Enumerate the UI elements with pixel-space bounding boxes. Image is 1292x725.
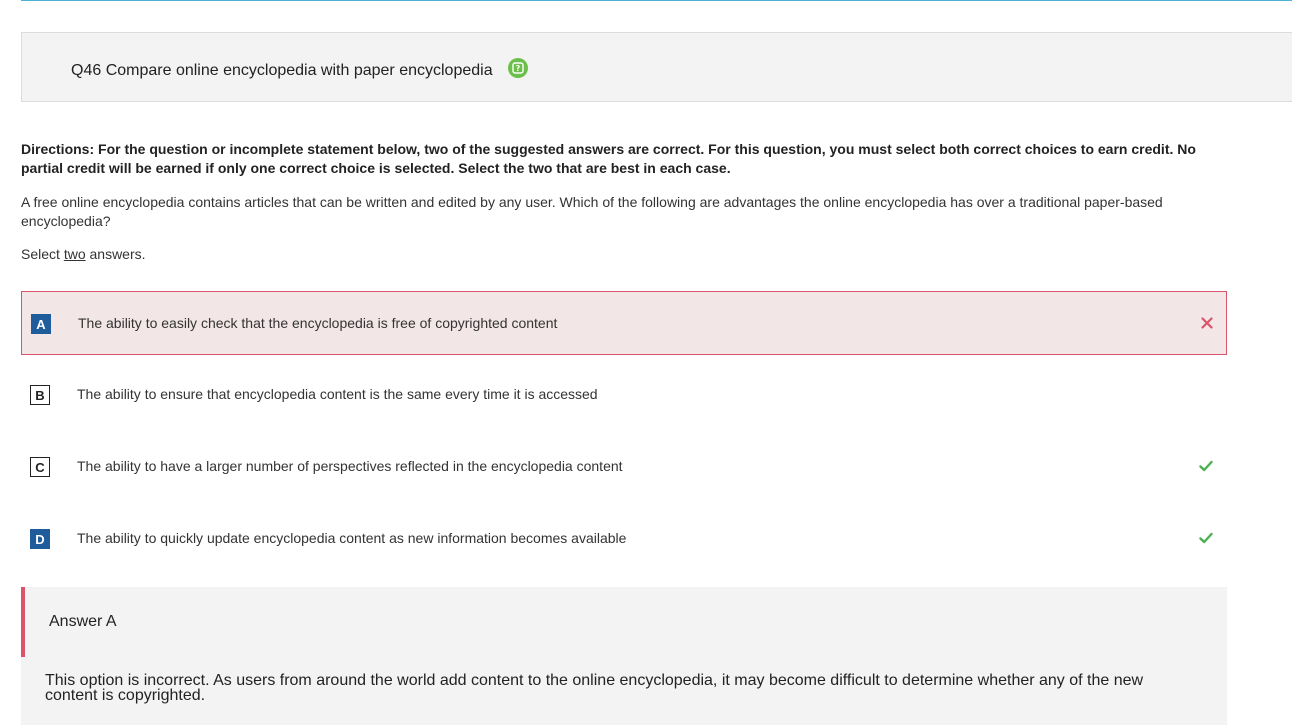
question-stem: A free online encyclopedia contains arti…: [21, 194, 1163, 229]
correct-check-icon: [1197, 457, 1215, 475]
question-header: Q46 Compare online encyclopedia with pap…: [21, 32, 1292, 102]
answer-option-c[interactable]: C The ability to have a larger number of…: [21, 435, 1227, 499]
directions-text: Directions: For the question or incomple…: [21, 141, 1196, 176]
option-text-c: The ability to have a larger number of p…: [77, 458, 623, 474]
option-text-b: The ability to ensure that encyclopedia …: [77, 386, 598, 402]
question-title: Q46 Compare online encyclopedia with pap…: [71, 62, 493, 79]
help-icon[interactable]: ?: [508, 58, 528, 78]
option-letter-c: C: [30, 457, 50, 477]
answer-option-a[interactable]: A The ability to easily check that the e…: [21, 291, 1227, 355]
svg-text:?: ?: [516, 64, 521, 73]
correct-check-icon: [1197, 529, 1215, 547]
feedback-text: This option is incorrect. As users from …: [45, 672, 1144, 704]
answer-option-d[interactable]: D The ability to quickly update encyclop…: [21, 507, 1227, 571]
option-text-a: The ability to easily check that the enc…: [78, 315, 558, 331]
answer-option-b[interactable]: B The ability to ensure that encyclopedi…: [21, 363, 1227, 427]
option-letter-b: B: [30, 385, 50, 405]
top-divider: [21, 0, 1292, 1]
option-letter-d: D: [30, 529, 50, 549]
select-instruction: Select two answers.: [21, 246, 146, 262]
incorrect-x-icon: [1198, 314, 1216, 332]
select-prefix: Select: [21, 246, 60, 262]
select-suffix: answers.: [89, 246, 146, 262]
feedback-title: Answer A: [49, 613, 117, 630]
select-count: two: [63, 246, 86, 262]
feedback-accent-bar: [21, 587, 25, 657]
answer-feedback-panel: Answer A This option is incorrect. As us…: [21, 587, 1227, 725]
option-text-d: The ability to quickly update encycloped…: [77, 530, 627, 546]
option-letter-a: A: [31, 314, 51, 334]
